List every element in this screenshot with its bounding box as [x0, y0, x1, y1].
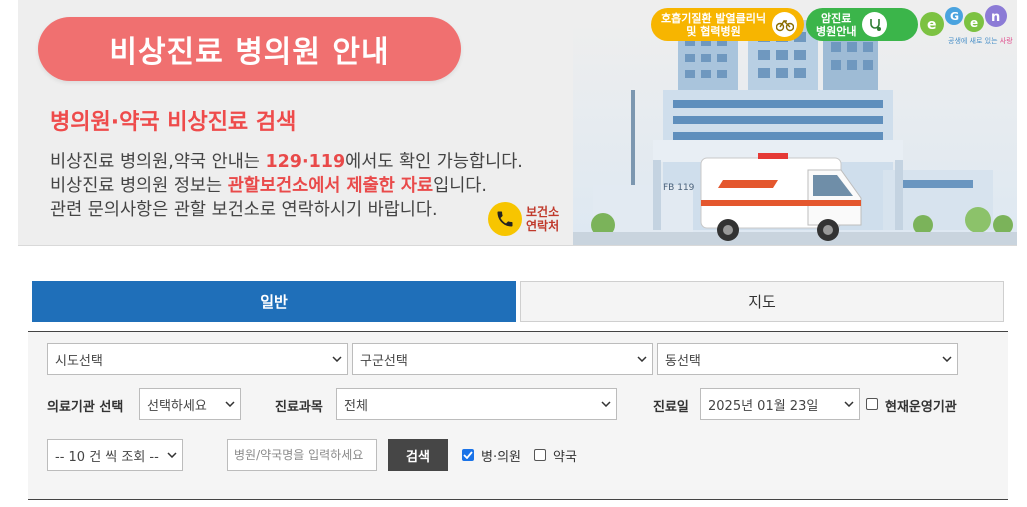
chevron-down-icon — [327, 356, 347, 362]
search-form: 시도선택 구군선택 동선택 의료기관 선택 선택하세요 진료과목 전체 진료일 … — [28, 331, 1008, 500]
svg-text:e: e — [927, 17, 937, 33]
phone-number-highlight: 129·119 — [265, 152, 346, 172]
gugun-select[interactable]: 구군선택 — [352, 343, 653, 375]
banner-description: 비상진료 병의원,약국 안내는 129·119에서도 확인 가능합니다. 비상진… — [50, 150, 523, 222]
hero-banner: FB 119 비상진료 병의원 안내 병의원·약국 비상진료 검색 비상진료 병… — [18, 0, 1017, 246]
chevron-down-icon — [937, 356, 957, 362]
operating-now-checkbox[interactable] — [866, 398, 878, 410]
institution-select[interactable]: 선택하세요 — [139, 388, 241, 420]
phone-icon — [488, 202, 522, 236]
hospital-label: 병·의원 — [481, 450, 522, 465]
view-tabs: 일반 지도 — [32, 281, 1004, 322]
chevron-down-icon — [632, 356, 652, 362]
description-line-2: 비상진료 병의원 정보는 관할보건소에서 제출한 자료입니다. — [50, 176, 487, 196]
description-line-3: 관련 문의사항은 관할 보건소로 연락하시기 바랍니다. — [50, 200, 438, 220]
dong-select[interactable]: 동선택 — [657, 343, 958, 375]
description-line-1: 비상진료 병의원,약국 안내는 129·119에서도 확인 가능합니다. — [50, 152, 523, 172]
cancer-hospital-badge[interactable]: 암진료 병원안내 — [806, 8, 918, 41]
date-label: 진료일 — [653, 400, 689, 415]
svg-text:G: G — [950, 10, 959, 23]
name-search-input[interactable] — [227, 439, 377, 471]
department-select[interactable]: 전체 — [336, 388, 617, 420]
chevron-down-icon — [162, 452, 182, 458]
date-select[interactable]: 2025년 01월 23일 — [700, 388, 860, 420]
data-source-highlight: 관할보건소에서 제출한 자료 — [227, 176, 434, 196]
building-sign: FB 119 — [663, 183, 695, 193]
tab-general[interactable]: 일반 — [32, 281, 516, 322]
svg-text:e: e — [970, 16, 978, 30]
ambulance-graphic — [700, 153, 862, 241]
chevron-down-icon — [596, 401, 616, 407]
health-center-contact-button[interactable]: 보건소 연락처 — [488, 202, 559, 236]
page-title: 비상진료 병의원 안내 — [38, 17, 461, 81]
sido-select[interactable]: 시도선택 — [47, 343, 348, 375]
chevron-down-icon — [220, 401, 240, 407]
search-button[interactable]: 검색 — [388, 439, 448, 471]
contact-label: 보건소 연락처 — [526, 205, 560, 233]
hospital-checkbox[interactable] — [462, 449, 474, 461]
tab-map[interactable]: 지도 — [520, 281, 1004, 322]
svg-text:n: n — [991, 10, 1000, 25]
institution-label: 의료기관 선택 — [47, 400, 124, 415]
stethoscope-icon — [862, 12, 888, 37]
checkmark-icon — [463, 451, 473, 459]
pharmacy-label: 약국 — [553, 450, 577, 465]
page-subtitle: 병의원·약국 비상진료 검색 — [50, 110, 297, 135]
department-label: 진료과목 — [275, 400, 323, 415]
logo-tagline: 공생에 새로 있는 사랑 — [948, 37, 1013, 45]
chevron-down-icon — [839, 401, 859, 407]
fever-clinic-badge[interactable]: 호흡기질환 발열클리닉 및 협력병원 — [651, 8, 804, 41]
operating-now-label: 현재운영기관 — [885, 400, 957, 415]
pharmacy-checkbox[interactable] — [534, 449, 546, 461]
page-size-select[interactable]: -- 10 건 씩 조회 -- — [47, 439, 183, 471]
hospital-ambulance-illustration: FB 119 — [573, 20, 1017, 245]
bicycle-icon — [772, 12, 798, 37]
